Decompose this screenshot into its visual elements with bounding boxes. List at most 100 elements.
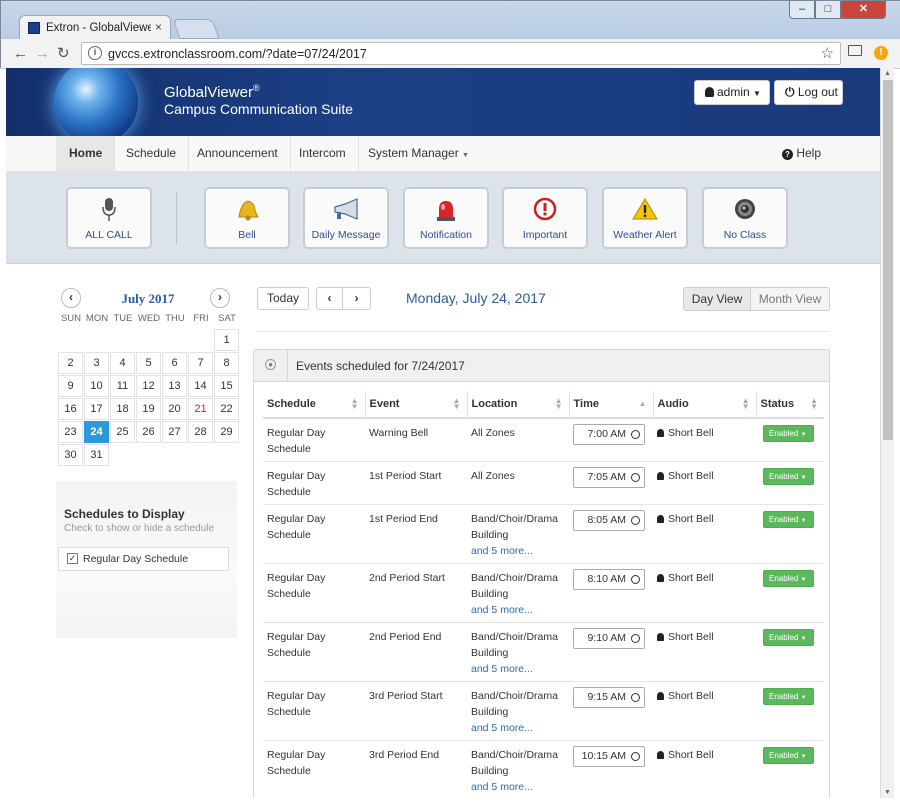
table-row[interactable]: Regular Day Schedule 1st Period Start All … bbox=[263, 461, 824, 505]
notification-button[interactable]: Notification bbox=[403, 187, 489, 249]
time-input[interactable]: 8:05 AM bbox=[573, 509, 645, 531]
calendar-day[interactable]: 25 bbox=[110, 421, 135, 443]
status-dropdown-button[interactable]: Enabled ▼ bbox=[763, 746, 814, 764]
calendar-day[interactable]: 14 bbox=[188, 375, 213, 397]
back-arrow-icon[interactable]: ← bbox=[13, 45, 28, 62]
nav-system-manager[interactable]: System Manager ▼ bbox=[356, 136, 481, 171]
time-input[interactable]: 9:10 AM bbox=[573, 627, 645, 649]
calendar-day[interactable]: 2 bbox=[58, 352, 83, 374]
col-header-event[interactable]: Event ▲ ▼ bbox=[365, 391, 468, 419]
page-scrollbar[interactable]: ▲ ▼ bbox=[880, 68, 894, 798]
window-maximize-button[interactable]: □ bbox=[815, 1, 841, 19]
table-row[interactable]: Regular Day Schedule 3rd Period Start Band… bbox=[263, 681, 824, 741]
bell-button[interactable]: Bell bbox=[204, 187, 290, 249]
collapse-toggle-icon[interactable]: ● bbox=[265, 359, 276, 370]
reload-icon[interactable]: ↻ bbox=[57, 44, 70, 62]
star-icon[interactable]: ☆ bbox=[821, 44, 834, 62]
calendar-day[interactable]: 10 bbox=[84, 375, 109, 397]
calendar-day[interactable]: 3 bbox=[84, 352, 109, 374]
status-dropdown-button[interactable]: Enabled ▼ bbox=[763, 628, 814, 646]
more-locations-link[interactable]: and 5 more... bbox=[471, 722, 533, 734]
weather-alert-button[interactable]: Weather Alert bbox=[602, 187, 688, 249]
calendar-day[interactable]: 11 bbox=[110, 375, 135, 397]
calendar-day[interactable]: 19 bbox=[136, 398, 161, 420]
nav-announcement[interactable]: Announcement bbox=[185, 136, 291, 171]
calendar-day[interactable]: 6 bbox=[162, 352, 187, 374]
nav-intercom[interactable]: Intercom bbox=[287, 136, 359, 171]
scrollbar-thumb[interactable] bbox=[883, 80, 893, 440]
tab-close-icon[interactable]: × bbox=[155, 20, 162, 34]
month-view-button[interactable]: Month View bbox=[751, 287, 830, 311]
time-input[interactable]: 8:10 AM bbox=[573, 568, 645, 590]
more-locations-link[interactable]: and 5 more... bbox=[471, 781, 533, 793]
time-input[interactable]: 9:15 AM bbox=[573, 686, 645, 708]
window-close-button[interactable]: ✕ bbox=[841, 1, 886, 19]
browser-tab-active[interactable]: Extron - GlobalViewer® C × bbox=[19, 15, 171, 40]
next-day-button[interactable]: › bbox=[343, 287, 371, 310]
calendar-day[interactable]: 18 bbox=[110, 398, 135, 420]
col-header-schedule[interactable]: Schedule ▲ ▼ bbox=[263, 391, 366, 419]
calendar-day[interactable]: 13 bbox=[162, 375, 187, 397]
more-locations-link[interactable]: and 5 more... bbox=[471, 604, 533, 616]
cast-icon[interactable] bbox=[848, 45, 862, 56]
more-locations-link[interactable]: and 5 more... bbox=[471, 663, 533, 675]
new-tab-button[interactable] bbox=[172, 19, 220, 39]
day-view-button[interactable]: Day View bbox=[683, 287, 751, 311]
calendar-day[interactable]: 16 bbox=[58, 398, 83, 420]
status-dropdown-button[interactable]: Enabled ▼ bbox=[763, 467, 814, 485]
info-icon[interactable]: i bbox=[88, 46, 102, 60]
today-button[interactable]: Today bbox=[257, 287, 309, 310]
scroll-up-icon[interactable]: ▲ bbox=[884, 70, 891, 77]
calendar-day[interactable]: 7 bbox=[188, 352, 213, 374]
calendar-day[interactable]: 22 bbox=[214, 398, 239, 420]
prev-day-button[interactable]: ‹ bbox=[316, 287, 343, 310]
no-class-button[interactable]: No Class bbox=[702, 187, 788, 249]
table-row[interactable]: Regular Day Schedule Warning Bell All Zone… bbox=[263, 418, 824, 462]
calendar-day[interactable]: 23 bbox=[58, 421, 83, 443]
col-header-audio[interactable]: Audio ▲ ▼ bbox=[653, 391, 757, 419]
forward-arrow-icon[interactable]: → bbox=[35, 45, 50, 62]
col-header-time[interactable]: Time ▲ bbox=[569, 391, 654, 419]
window-minimize-button[interactable]: – bbox=[789, 1, 815, 19]
extension-icon[interactable]: ! bbox=[874, 46, 888, 60]
calendar-day[interactable]: 26 bbox=[136, 421, 161, 443]
status-dropdown-button[interactable]: Enabled ▼ bbox=[763, 687, 814, 705]
calendar-day[interactable]: 20 bbox=[162, 398, 187, 420]
schedule-checkbox-item[interactable]: ✓ Regular Day Schedule bbox=[58, 547, 229, 571]
calendar-day[interactable]: 29 bbox=[214, 421, 239, 443]
nav-schedule[interactable]: Schedule bbox=[114, 136, 190, 171]
logout-button[interactable]: ⏻ Log out bbox=[774, 80, 843, 105]
important-button[interactable]: Important bbox=[502, 187, 588, 249]
status-dropdown-button[interactable]: Enabled ▼ bbox=[763, 425, 814, 442]
admin-dropdown-button[interactable]: admin ▼ bbox=[694, 80, 770, 105]
table-row[interactable]: Regular Day Schedule 1st Period End Band/C… bbox=[263, 504, 824, 564]
more-locations-link[interactable]: and 5 more... bbox=[471, 545, 533, 557]
calendar-next-button[interactable]: › bbox=[210, 288, 230, 308]
calendar-day[interactable]: 5 bbox=[136, 352, 161, 374]
calendar-day[interactable]: 28 bbox=[188, 421, 213, 443]
table-row[interactable]: Regular Day Schedule 2nd Period End Band/C… bbox=[263, 622, 824, 682]
time-input[interactable]: 10:15 AM bbox=[573, 745, 645, 767]
time-input[interactable]: 7:05 AM bbox=[573, 466, 645, 488]
status-dropdown-button[interactable]: Enabled ▼ bbox=[763, 510, 814, 528]
checkbox-checked-icon[interactable]: ✓ bbox=[67, 553, 78, 564]
calendar-day[interactable]: 21 bbox=[188, 398, 213, 420]
table-row[interactable]: Regular Day Schedule 3rd Period End Band/C… bbox=[263, 740, 824, 798]
nav-home[interactable]: Home bbox=[56, 136, 116, 171]
calendar-day[interactable]: 9 bbox=[58, 375, 83, 397]
calendar-day[interactable]: 30 bbox=[58, 444, 83, 466]
calendar-day[interactable]: 27 bbox=[162, 421, 187, 443]
address-bar[interactable]: i gvccs.extronclassroom.com/?date=07/24/… bbox=[81, 42, 841, 65]
all-call-button[interactable]: ALL CALL bbox=[66, 187, 152, 249]
calendar-day[interactable]: 8 bbox=[214, 352, 239, 374]
calendar-day[interactable]: 12 bbox=[136, 375, 161, 397]
calendar-day[interactable]: 4 bbox=[110, 352, 135, 374]
status-dropdown-button[interactable]: Enabled ▼ bbox=[763, 569, 814, 587]
calendar-day[interactable]: 31 bbox=[84, 444, 109, 466]
nav-help[interactable]: ? Help bbox=[770, 136, 833, 171]
table-row[interactable]: Regular Day Schedule 2nd Period Start Band… bbox=[263, 563, 824, 623]
calendar-day[interactable]: 15 bbox=[214, 375, 239, 397]
calendar-day[interactable]: 17 bbox=[84, 398, 109, 420]
col-header-location[interactable]: Location ▲ ▼ bbox=[467, 391, 570, 419]
scroll-down-icon[interactable]: ▼ bbox=[884, 789, 891, 796]
